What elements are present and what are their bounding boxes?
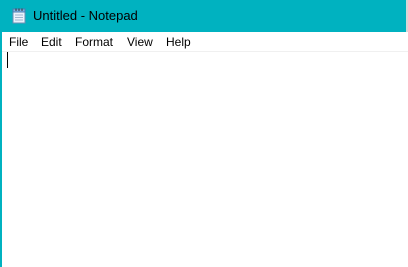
menu-help[interactable]: Help bbox=[166, 34, 191, 50]
text-caret bbox=[7, 52, 8, 68]
editor-content[interactable] bbox=[6, 54, 404, 267]
window-title: Untitled - Notepad bbox=[33, 8, 138, 23]
menu-view[interactable]: View bbox=[127, 34, 153, 50]
notepad-icon bbox=[12, 8, 26, 24]
menu-edit[interactable]: Edit bbox=[41, 34, 62, 50]
notepad-window: Untitled - Notepad File Edit Format View… bbox=[0, 0, 408, 267]
menu-bar: File Edit Format View Help bbox=[2, 32, 408, 52]
title-bar[interactable]: Untitled - Notepad bbox=[2, 0, 408, 32]
menu-format[interactable]: Format bbox=[75, 34, 113, 50]
text-editor-area[interactable] bbox=[2, 52, 408, 267]
menu-file[interactable]: File bbox=[9, 34, 28, 50]
